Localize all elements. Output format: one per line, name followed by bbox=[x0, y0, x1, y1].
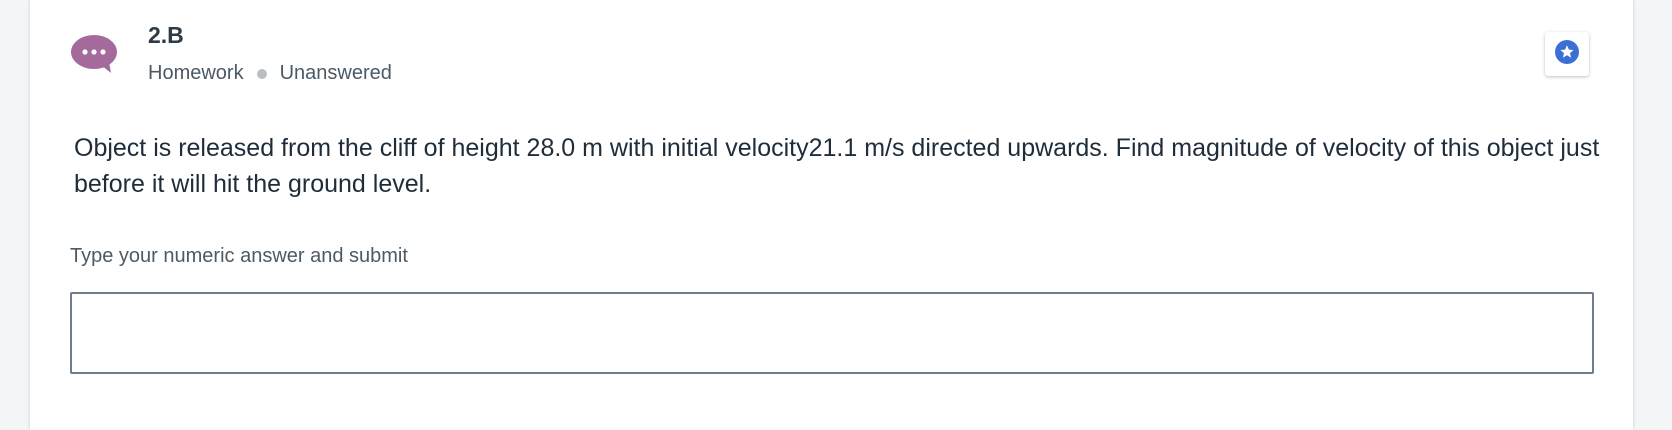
question-meta: Homework Unanswered bbox=[148, 62, 392, 85]
chat-bubble-icon bbox=[71, 35, 119, 73]
question-category: Homework bbox=[148, 62, 244, 84]
separator-dot bbox=[256, 68, 267, 79]
question-number: 2.B bbox=[148, 22, 184, 48]
bookmark-button[interactable] bbox=[1545, 32, 1589, 76]
star-badge-icon bbox=[1554, 39, 1580, 70]
question-text: Object is released from the cliff of hei… bbox=[74, 134, 1600, 198]
answer-label: Type your numeric answer and submit bbox=[70, 245, 408, 267]
question-card: 2.B Homework Unanswered Object is releas… bbox=[30, 0, 1633, 430]
numeric-answer-input[interactable] bbox=[70, 292, 1594, 374]
question-status: Unanswered bbox=[279, 62, 392, 84]
